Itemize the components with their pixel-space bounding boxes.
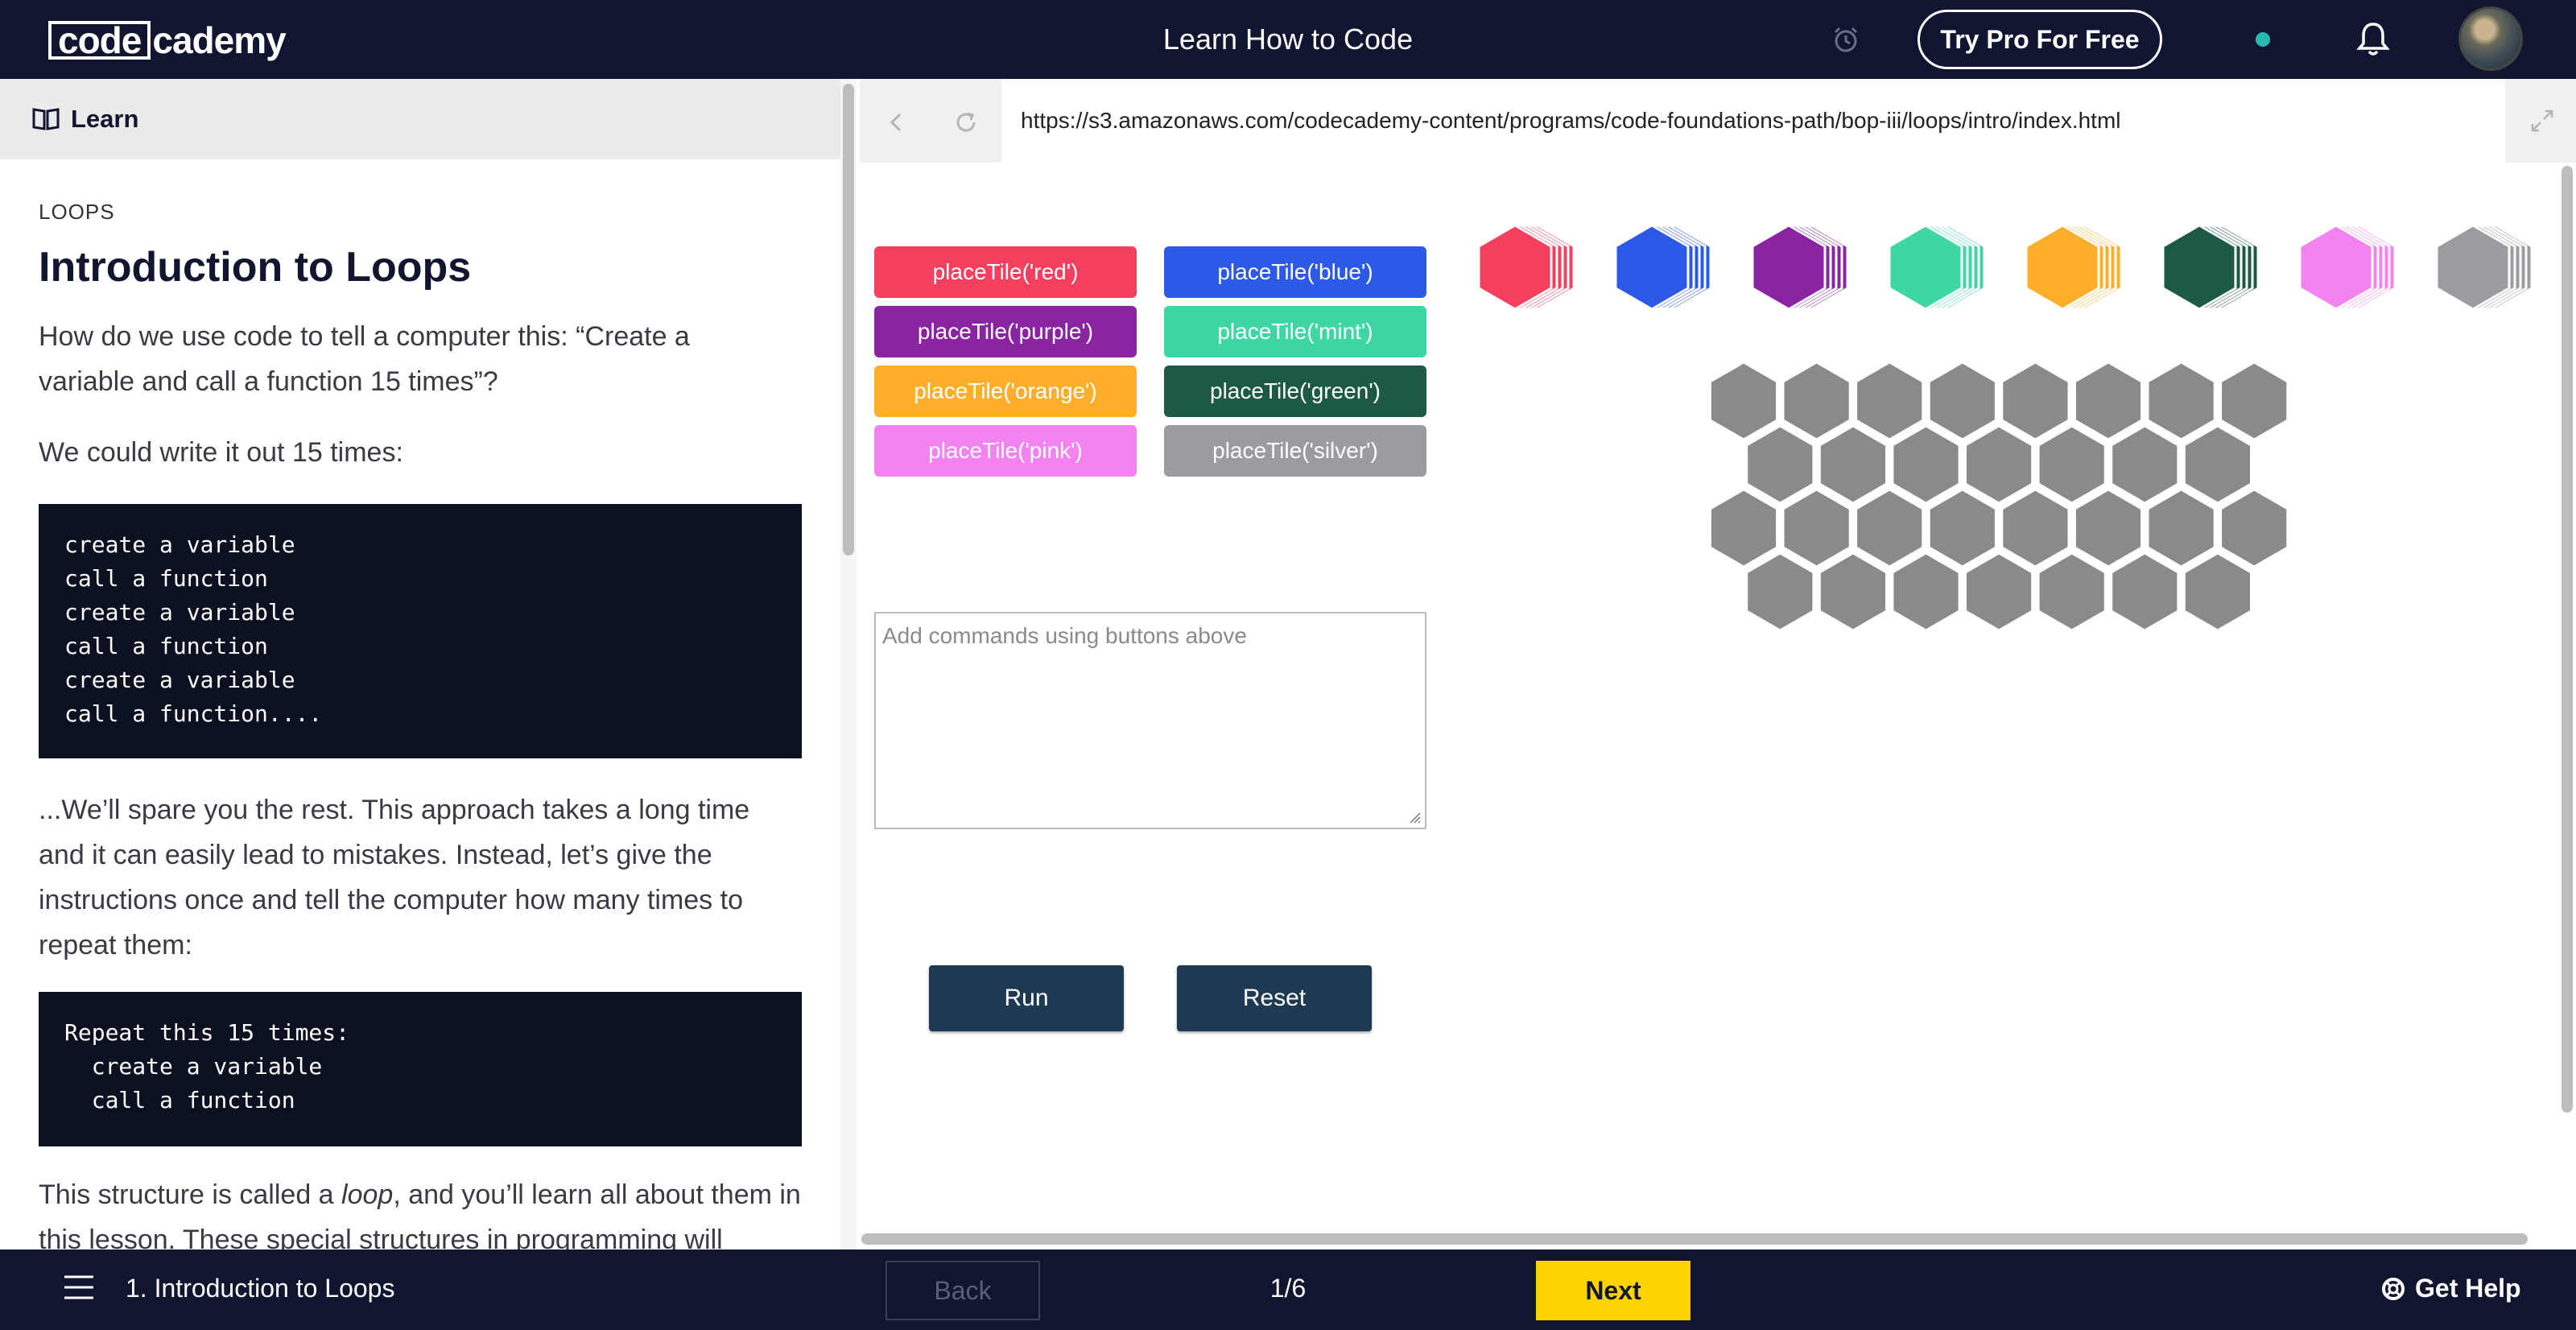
get-help-label: Get Help xyxy=(2415,1274,2521,1303)
learn-tab-bar: Learn xyxy=(0,79,840,159)
board-hex-cell xyxy=(1708,488,1779,568)
board-hex-cell xyxy=(1818,424,1888,505)
place-tile-purple-button[interactable]: placeTile('purple') xyxy=(874,306,1137,357)
board-hex-cell xyxy=(1964,424,2034,505)
board-hex-cell xyxy=(2000,361,2070,441)
paragraph-intro: How do we use code to tell a computer th… xyxy=(39,321,690,397)
commands-placeholder: Add commands using buttons above xyxy=(882,623,1247,648)
board-hex-cell xyxy=(1855,488,1925,568)
url-text[interactable]: https://s3.amazonaws.com/codecademy-cont… xyxy=(1021,108,2121,134)
bell-icon[interactable] xyxy=(2355,21,2391,58)
place-tile-green-button[interactable]: placeTile('green') xyxy=(1164,366,1426,417)
paragraph-loop-definition: This structure is called a loop, and you… xyxy=(39,1172,802,1249)
resize-grip-icon[interactable] xyxy=(1407,810,1422,824)
place-tile-red-button[interactable]: placeTile('red') xyxy=(874,246,1137,298)
tile-stack-placeilered xyxy=(1477,224,1575,311)
lesson-title: Introduction to Loops xyxy=(39,244,472,291)
page-title: Learn How to Code xyxy=(1162,23,1414,56)
board-hex-cell xyxy=(1818,551,1888,632)
run-button[interactable]: Run xyxy=(929,965,1124,1031)
tile-stack-placeilesilver xyxy=(2435,224,2533,311)
loop-term: loop xyxy=(341,1179,394,1210)
next-button[interactable]: Next xyxy=(1536,1261,1690,1320)
board-hex-cell xyxy=(2182,551,2252,632)
board-hex-cell xyxy=(2219,488,2289,568)
frame-vertical-scrollbar[interactable] xyxy=(2558,163,2576,1249)
tile-stack-placeileorange xyxy=(2025,224,2123,311)
place-tile-pink-button[interactable]: placeTile('pink') xyxy=(874,425,1137,477)
board-hex-cell xyxy=(2110,424,2180,505)
tile-stack-placeilepurple xyxy=(1751,224,1849,311)
avatar[interactable] xyxy=(2458,6,2523,71)
board-hex-cell xyxy=(1781,488,1852,568)
board-hex-cell xyxy=(2182,424,2252,505)
board-hex-cell xyxy=(1891,424,1961,505)
tile-stack-placeilepink xyxy=(2298,224,2396,311)
board-hex-cell xyxy=(1855,361,1925,441)
tile-stack-placeilemint xyxy=(1888,224,1986,311)
board-hex-cell xyxy=(1927,488,1997,568)
board-hex-cell xyxy=(2073,488,2144,568)
board-hex-cell xyxy=(2146,361,2216,441)
article-scrollbar[interactable] xyxy=(840,79,857,1249)
expand-icon[interactable] xyxy=(2528,106,2557,135)
board-hex-cell xyxy=(1745,424,1815,505)
frame-vscroll-thumb[interactable] xyxy=(2562,166,2573,1113)
place-tile-orange-button[interactable]: placeTile('orange') xyxy=(874,366,1137,417)
board-hex-cell xyxy=(2073,361,2144,441)
bottom-bar: 1. Introduction to Loops Back 1/6 Next G… xyxy=(0,1249,2576,1330)
chevron-left-icon[interactable] xyxy=(884,106,908,138)
get-help-button[interactable]: Get Help xyxy=(2381,1274,2521,1303)
tile-stack-placeileblue xyxy=(1614,224,1712,311)
board-hex-cell xyxy=(1891,551,1961,632)
code-block-repeated: create a variable call a function create… xyxy=(39,504,802,758)
frame-hscroll-thumb[interactable] xyxy=(861,1233,2528,1245)
learn-tab-label[interactable]: Learn xyxy=(71,105,138,134)
page-indicator: 1/6 xyxy=(1269,1274,1307,1303)
back-button[interactable]: Back xyxy=(886,1261,1040,1320)
board-hex-cell xyxy=(1927,361,1997,441)
place-tile-silver-button[interactable]: placeTile('silver') xyxy=(1164,425,1426,477)
board-hex-cell xyxy=(2146,488,2216,568)
reload-icon[interactable] xyxy=(950,106,982,138)
top-bar: code cademy Learn How to Code Try Pro Fo… xyxy=(0,0,2576,79)
lesson-name[interactable]: 1. Introduction to Loops xyxy=(126,1274,394,1303)
tile-stacks xyxy=(1477,224,2533,311)
lesson-eyebrow: LOOPS xyxy=(39,200,115,224)
board-hex-cell xyxy=(2219,361,2289,441)
place-tile-mint-button[interactable]: placeTile('mint') xyxy=(1164,306,1426,357)
board-hex-cell xyxy=(1708,361,1779,441)
try-pro-button[interactable]: Try Pro For Free xyxy=(1918,10,2162,69)
paragraph-write-out: We could write it out 15 times: xyxy=(39,437,403,468)
code-block-loop: Repeat this 15 times: create a variable … xyxy=(39,992,802,1146)
frame-horizontal-scrollbar[interactable] xyxy=(860,1227,2558,1249)
commands-textarea[interactable]: Add commands using buttons above xyxy=(874,612,1426,829)
article-scrollbar-thumb[interactable] xyxy=(843,84,854,556)
reset-button[interactable]: Reset xyxy=(1177,965,1372,1031)
menu-icon[interactable] xyxy=(63,1274,95,1301)
book-icon xyxy=(32,108,60,130)
board-hex-cell xyxy=(1964,551,2034,632)
alarm-clock-icon[interactable] xyxy=(1832,26,1860,53)
paragraph-spare-rest: ...We’ll spare you the rest. This approa… xyxy=(39,795,750,960)
board-hex-cell xyxy=(1745,551,1815,632)
help-lifebuoy-icon xyxy=(2382,1277,2405,1300)
board-hex-cell xyxy=(2037,424,2107,505)
tile-stack-placeilegreen xyxy=(2161,224,2260,311)
notification-dot xyxy=(2256,32,2270,47)
loop-text-before: This structure is called a xyxy=(39,1179,342,1210)
hex-board xyxy=(1708,361,2289,632)
board-hex-cell xyxy=(2000,488,2070,568)
board-hex-cell xyxy=(2037,551,2107,632)
place-tile-blue-button[interactable]: placeTile('blue') xyxy=(1164,246,1426,298)
board-hex-cell xyxy=(2110,551,2180,632)
board-hex-cell xyxy=(1781,361,1852,441)
